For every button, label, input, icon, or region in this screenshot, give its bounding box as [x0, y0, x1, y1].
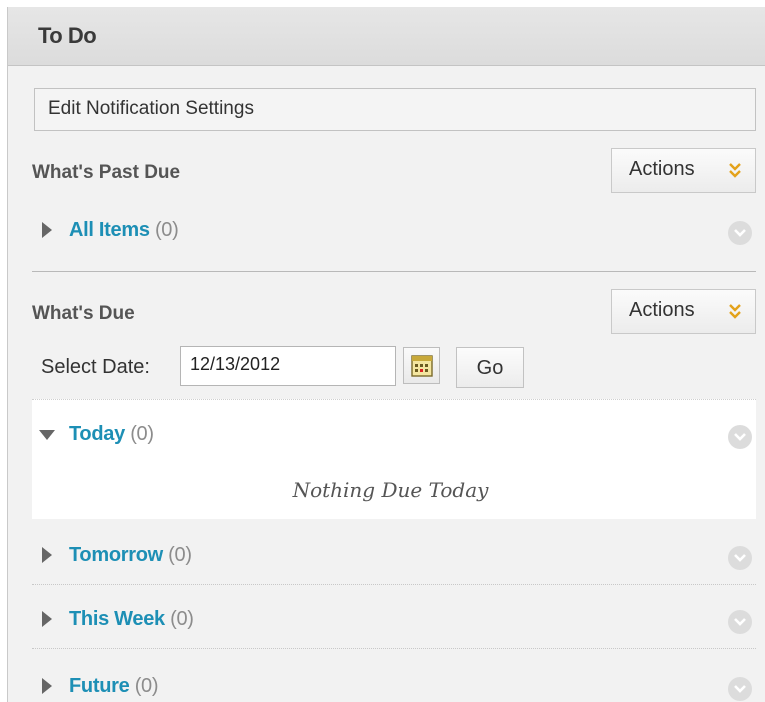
past-due-actions-button[interactable]: Actions: [611, 148, 756, 193]
todo-module: To Do Edit Notification Settings What's …: [7, 7, 765, 702]
item-count: (0): [134, 675, 159, 697]
triangle-right-icon: [42, 222, 52, 238]
go-button[interactable]: Go: [456, 347, 524, 388]
item-label[interactable]: Tomorrow (0): [69, 544, 192, 567]
double-chevron-down-icon: [729, 304, 741, 319]
list-item-tomorrow[interactable]: Tomorrow (0): [32, 544, 756, 574]
triangle-right-icon: [42, 611, 52, 627]
item-label[interactable]: This Week (0): [69, 608, 194, 631]
triangle-right-icon: [42, 678, 52, 694]
list-item-all-items[interactable]: All Items (0): [32, 219, 756, 249]
module-title: To Do: [38, 23, 97, 48]
calendar-button[interactable]: [403, 347, 440, 384]
due-actions-button[interactable]: Actions: [611, 289, 756, 334]
due-title: What's Due: [32, 303, 135, 324]
row-divider: [32, 648, 756, 649]
item-count: (0): [154, 219, 179, 241]
circle-chevron-down-icon[interactable]: [728, 677, 752, 701]
triangle-down-icon: [39, 430, 55, 440]
circle-chevron-down-icon[interactable]: [728, 610, 752, 634]
circle-chevron-down-icon[interactable]: [728, 221, 752, 245]
row-divider: [32, 584, 756, 585]
section-divider: [32, 271, 756, 272]
item-label[interactable]: All Items (0): [69, 219, 179, 242]
triangle-right-icon: [42, 547, 52, 563]
item-count: (0): [168, 544, 192, 566]
double-chevron-down-icon: [729, 163, 741, 178]
item-label[interactable]: Future (0): [69, 675, 159, 698]
date-input[interactable]: 12/13/2012: [180, 346, 396, 386]
empty-message: Nothing Due Today: [292, 478, 489, 502]
list-item-future[interactable]: Future (0): [32, 675, 756, 702]
module-header: To Do: [8, 7, 765, 66]
item-count: (0): [170, 608, 194, 630]
circle-chevron-down-icon[interactable]: [728, 546, 752, 570]
item-label[interactable]: Today (0): [69, 423, 154, 446]
calendar-icon: [411, 355, 433, 377]
actions-label: Actions: [629, 299, 695, 321]
list-item-today[interactable]: Today (0): [32, 423, 756, 453]
list-item-this-week[interactable]: This Week (0): [32, 608, 756, 638]
past-due-title: What's Past Due: [32, 162, 181, 183]
select-date-label: Select Date:: [41, 356, 150, 378]
actions-label: Actions: [629, 158, 695, 180]
item-count: (0): [130, 423, 154, 445]
edit-notification-settings-button[interactable]: Edit Notification Settings: [34, 88, 756, 131]
circle-chevron-down-icon[interactable]: [728, 425, 752, 449]
